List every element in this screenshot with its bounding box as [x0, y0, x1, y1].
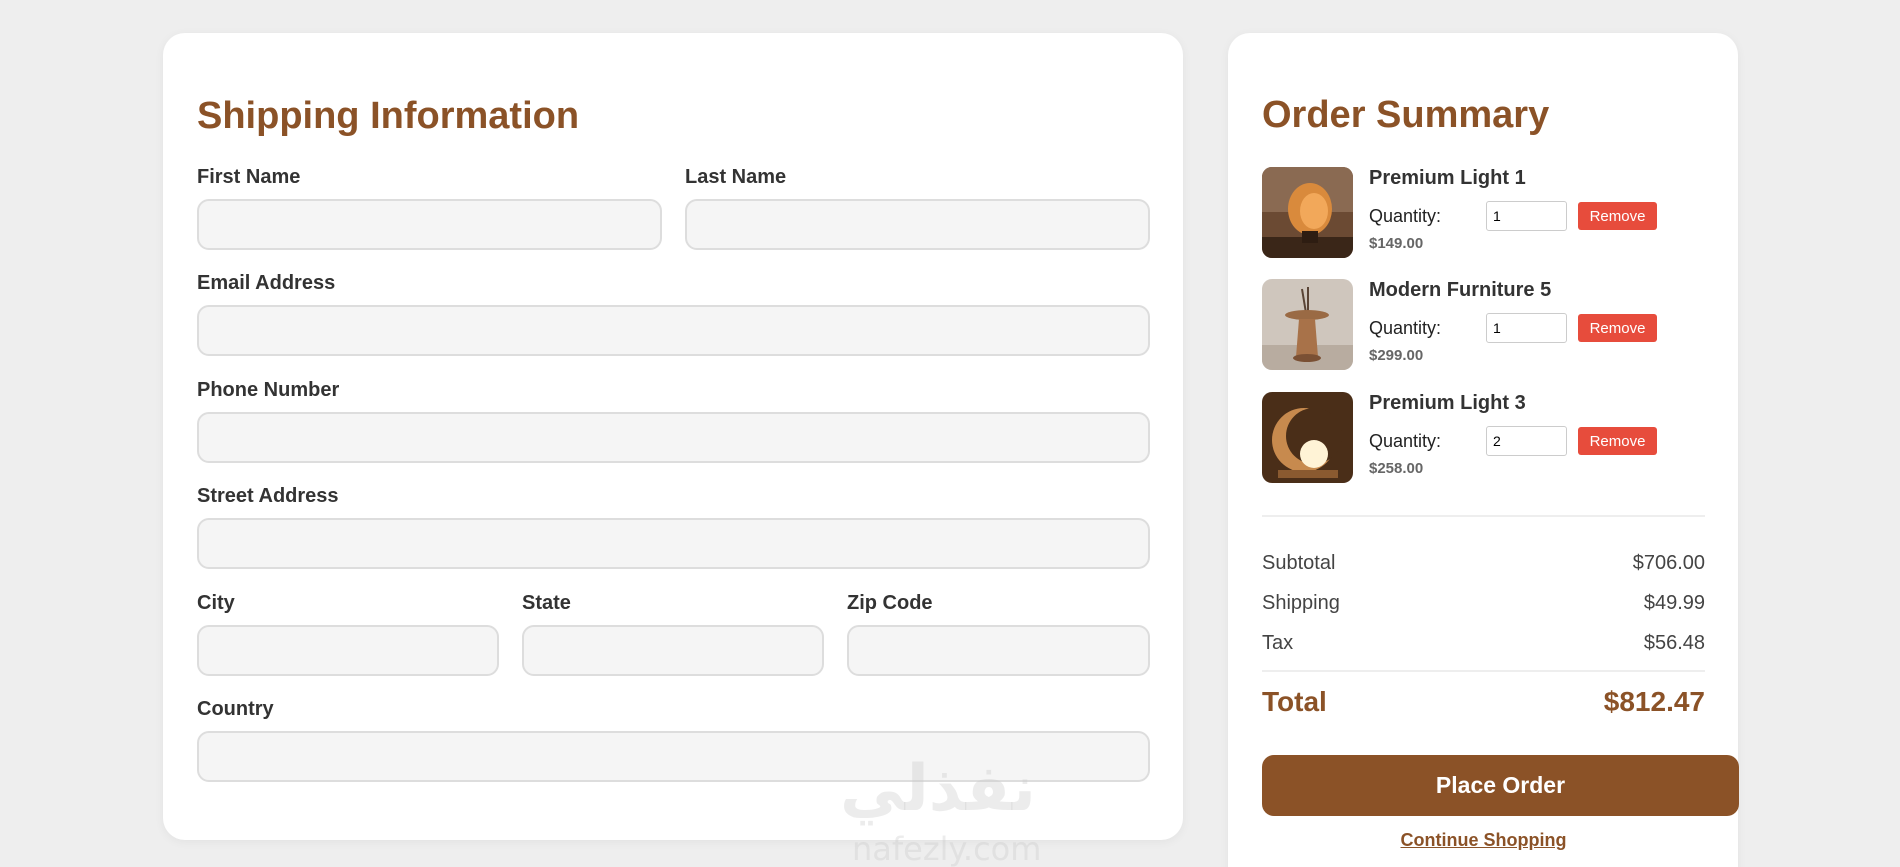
shipping-cost-value: $49.99: [1643, 592, 1705, 614]
shipping-title: Shipping Information: [197, 95, 580, 137]
street-input[interactable]: [197, 518, 1150, 569]
continue-shopping-link[interactable]: Continue Shopping: [1262, 830, 1705, 851]
quantity-input[interactable]: [1486, 201, 1567, 231]
subtotal-value: $706.00: [1632, 552, 1705, 574]
item-name: Modern Furniture 5: [1369, 279, 1552, 301]
place-order-button[interactable]: Place Order: [1262, 755, 1739, 816]
item-name: Premium Light 1: [1369, 167, 1526, 189]
tax-label: Tax: [1262, 632, 1294, 654]
email-label: Email Address: [197, 272, 336, 294]
first-name-input[interactable]: [197, 199, 662, 250]
cart-item: Premium Light 3 Quantity: Remove $258.00: [1262, 392, 1722, 484]
last-name-input[interactable]: [685, 199, 1150, 250]
zip-code-label: Zip Code: [847, 592, 933, 614]
state-input[interactable]: [522, 625, 824, 676]
quantity-label: Quantity:: [1369, 431, 1442, 451]
state-label: State: [522, 592, 571, 614]
total-value: $812.47: [1603, 686, 1705, 717]
cart-item: Modern Furniture 5 Quantity: Remove $299…: [1262, 279, 1722, 371]
tax-value: $56.48: [1643, 632, 1705, 654]
city-label: City: [197, 592, 235, 614]
phone-label: Phone Number: [197, 379, 340, 401]
remove-button[interactable]: Remove: [1578, 427, 1657, 455]
quantity-label: Quantity:: [1369, 318, 1442, 338]
city-input[interactable]: [197, 625, 499, 676]
order-summary-title: Order Summary: [1262, 94, 1550, 136]
item-name: Premium Light 3: [1369, 392, 1526, 414]
first-name-label: First Name: [197, 166, 301, 188]
order-summary-card: Order Summary Premium Light 1 Quantity: …: [1228, 33, 1739, 867]
shipping-information-card: Shipping Information First Name Last Nam…: [163, 33, 1183, 840]
lamp-image: [1262, 167, 1353, 258]
quantity-label: Quantity:: [1369, 206, 1442, 226]
subtotal-label: Subtotal: [1262, 552, 1336, 574]
street-label: Street Address: [197, 485, 339, 507]
remove-button[interactable]: Remove: [1578, 314, 1657, 342]
total-label: Total: [1262, 686, 1327, 717]
divider: [1262, 515, 1705, 517]
email-input[interactable]: [197, 305, 1150, 356]
divider: [1262, 670, 1705, 672]
cart-item: Premium Light 1 Quantity: Remove $149.00: [1262, 167, 1722, 259]
item-price: $149.00: [1369, 235, 1424, 252]
item-price: $299.00: [1369, 347, 1424, 364]
side-table-image: [1262, 279, 1353, 370]
country-input[interactable]: [197, 731, 1150, 782]
shipping-cost-label: Shipping: [1262, 592, 1340, 614]
moon-lamp-image: [1262, 392, 1353, 483]
item-price: $258.00: [1369, 460, 1424, 477]
quantity-input[interactable]: [1486, 313, 1567, 343]
remove-button[interactable]: Remove: [1578, 202, 1657, 230]
quantity-input[interactable]: [1486, 426, 1567, 456]
zip-code-input[interactable]: [847, 625, 1150, 676]
last-name-label: Last Name: [685, 166, 787, 188]
country-label: Country: [197, 698, 274, 720]
phone-input[interactable]: [197, 412, 1150, 463]
